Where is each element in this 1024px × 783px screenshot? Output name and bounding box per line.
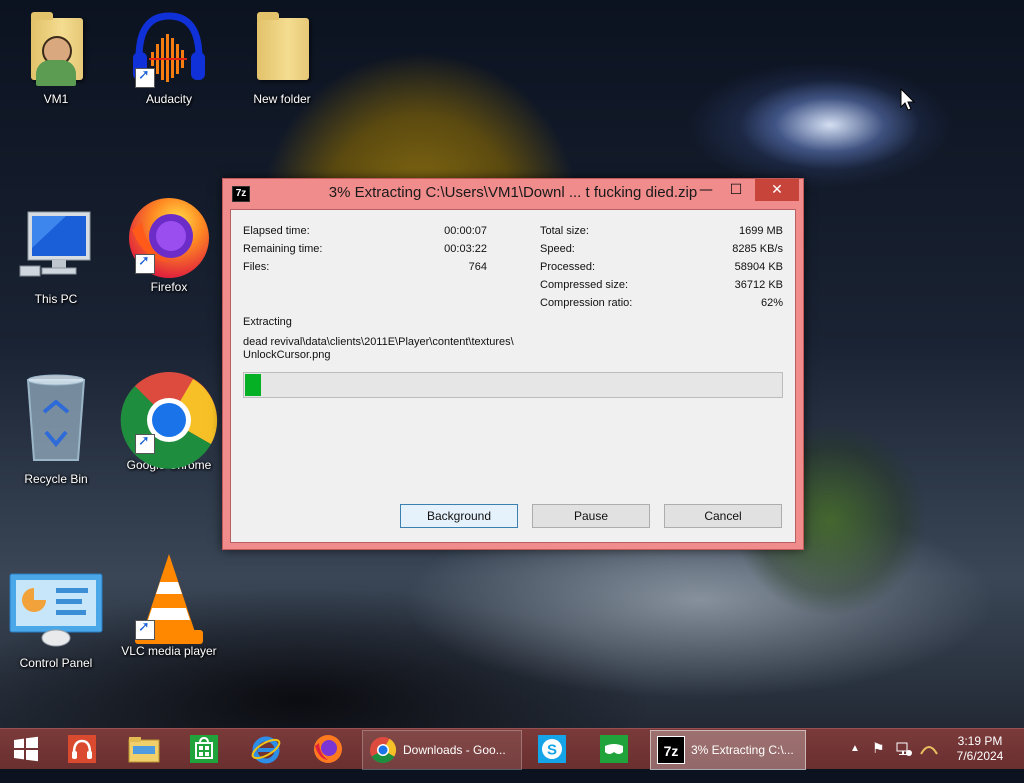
- processed-value: 58904 KB: [734, 261, 783, 273]
- dialog-titlebar[interactable]: 3% Extracting C:\Users\VM1\Downl ... t f…: [223, 179, 803, 207]
- shortcut-arrow-icon: [135, 619, 155, 640]
- xbox-games-icon: [600, 735, 628, 763]
- headphones-app-icon: [68, 735, 96, 763]
- desktop-icon-firefox[interactable]: Firefox: [119, 190, 219, 294]
- taskbar-task-chrome-downloads[interactable]: Downloads - Goo...: [362, 730, 522, 770]
- elapsed-time-label: Elapsed time:: [243, 225, 310, 237]
- background-button[interactable]: Background: [400, 504, 518, 528]
- shortcut-arrow-icon: [135, 433, 155, 454]
- desktop-icon-label: Control Panel: [19, 656, 93, 670]
- network-icon[interactable]: [896, 729, 914, 781]
- firefox-icon: [129, 190, 209, 288]
- clock[interactable]: 3:19 PM 7/6/2024: [944, 729, 1016, 774]
- mouse-cursor-icon: [900, 87, 916, 115]
- chrome-icon: [120, 370, 218, 469]
- current-file-name: UnlockCursor.png: [243, 349, 331, 361]
- taskbar-pin-skype[interactable]: S: [534, 731, 570, 767]
- desktop-icon-new-folder[interactable]: New folder: [232, 8, 332, 106]
- desktop-icon-label: VM1: [43, 92, 69, 106]
- desktop-icon-label: Recycle Bin: [24, 472, 88, 486]
- internet-explorer-icon: [251, 736, 281, 764]
- volume-status-icon[interactable]: [920, 729, 940, 783]
- taskbar-pin-file-explorer[interactable]: [124, 731, 164, 767]
- firefox-icon: [314, 735, 342, 763]
- dialog-client-area: Elapsed time: 00:00:07 Remaining time: 0…: [230, 209, 796, 543]
- progress-bar-fill: [245, 374, 261, 396]
- elapsed-time-value: 00:00:07: [444, 225, 487, 237]
- desktop-icon-label: New folder: [253, 92, 311, 106]
- remaining-time-value: 00:03:22: [444, 243, 487, 255]
- files-value: 764: [468, 261, 487, 273]
- clock-date: 7/6/2024: [956, 749, 1004, 763]
- processed-label: Processed:: [540, 261, 596, 273]
- taskbar-pin-headphones[interactable]: [64, 731, 100, 767]
- desktop-icon-this-pc[interactable]: This PC: [6, 208, 106, 306]
- current-file-path: dead revival\data\clients\2011E\Player\c…: [243, 336, 514, 348]
- show-hidden-icons-button[interactable]: ▲: [850, 729, 862, 769]
- audacity-icon: [129, 8, 209, 88]
- remaining-time-label: Remaining time:: [243, 243, 323, 255]
- files-label: Files:: [243, 261, 270, 273]
- skype-icon: S: [538, 735, 566, 763]
- pause-button[interactable]: Pause: [532, 504, 650, 528]
- vlc-icon: [129, 552, 209, 650]
- taskbar-pin-store[interactable]: [186, 731, 222, 767]
- desktop-icon-vm1[interactable]: VM1: [6, 8, 106, 106]
- 7zip-app-icon[interactable]: 7z: [232, 186, 250, 202]
- compression-ratio-label: Compression ratio:: [540, 297, 633, 309]
- folder-icon: [242, 8, 322, 88]
- minimize-button[interactable]: —: [693, 179, 719, 201]
- compressed-size-value: 36712 KB: [734, 279, 783, 291]
- task-label: Downloads - Goo...: [403, 743, 506, 757]
- control-panel-icon: [9, 572, 103, 652]
- desktop-icon-label: Audacity: [145, 92, 193, 106]
- 7zip-icon: 7z: [657, 736, 685, 764]
- taskbar-pin-xbox-games[interactable]: [596, 731, 632, 767]
- shortcut-arrow-icon: [135, 253, 155, 274]
- desktop-icon-vlc[interactable]: VLC media player: [119, 552, 219, 658]
- task-label: 3% Extracting C:\...: [691, 743, 794, 757]
- desktop-icon-label: This PC: [34, 292, 78, 306]
- start-button[interactable]: [8, 731, 44, 767]
- desktop-icon-control-panel[interactable]: Control Panel: [6, 572, 106, 670]
- desktop-icon-recycle-bin[interactable]: Recycle Bin: [6, 372, 106, 486]
- computer-icon: [16, 208, 96, 288]
- file-explorer-icon: [128, 737, 160, 763]
- maximize-button[interactable]: ☐: [723, 179, 749, 201]
- svg-text:S: S: [547, 742, 557, 759]
- speed-label: Speed:: [540, 243, 575, 255]
- user-folder-icon: [16, 8, 96, 88]
- taskbar-task-7zip-extracting[interactable]: 7z 3% Extracting C:\...: [650, 730, 806, 770]
- taskbar: Downloads - Goo... S 7z 3% Extracting C:…: [0, 728, 1024, 770]
- extraction-progress-dialog: 3% Extracting C:\Users\VM1\Downl ... t f…: [222, 178, 804, 550]
- compressed-size-label: Compressed size:: [540, 279, 629, 291]
- close-button[interactable]: ✕: [755, 179, 799, 201]
- desktop-icon-google-chrome[interactable]: Google Chrome: [119, 370, 219, 472]
- total-size-value: 1699 MB: [738, 225, 783, 237]
- action-center-flag-icon[interactable]: ⚑: [872, 729, 888, 769]
- taskbar-pin-firefox[interactable]: [310, 731, 346, 767]
- cancel-button[interactable]: Cancel: [664, 504, 782, 528]
- compression-ratio-value: 62%: [760, 297, 783, 309]
- clock-time: 3:19 PM: [957, 734, 1003, 748]
- recycle-bin-icon: [16, 372, 96, 464]
- chrome-icon: [370, 737, 397, 764]
- taskbar-pin-internet-explorer[interactable]: [248, 731, 284, 767]
- desktop-icon-audacity[interactable]: Audacity: [119, 8, 219, 106]
- speed-value: 8285 KB/s: [732, 243, 783, 255]
- store-icon: [190, 735, 218, 763]
- windows-logo-icon: [14, 736, 38, 762]
- shortcut-arrow-icon: [135, 67, 155, 88]
- status-label: Extracting: [243, 316, 292, 328]
- extraction-progress-bar: [243, 372, 783, 398]
- total-size-label: Total size:: [540, 225, 589, 237]
